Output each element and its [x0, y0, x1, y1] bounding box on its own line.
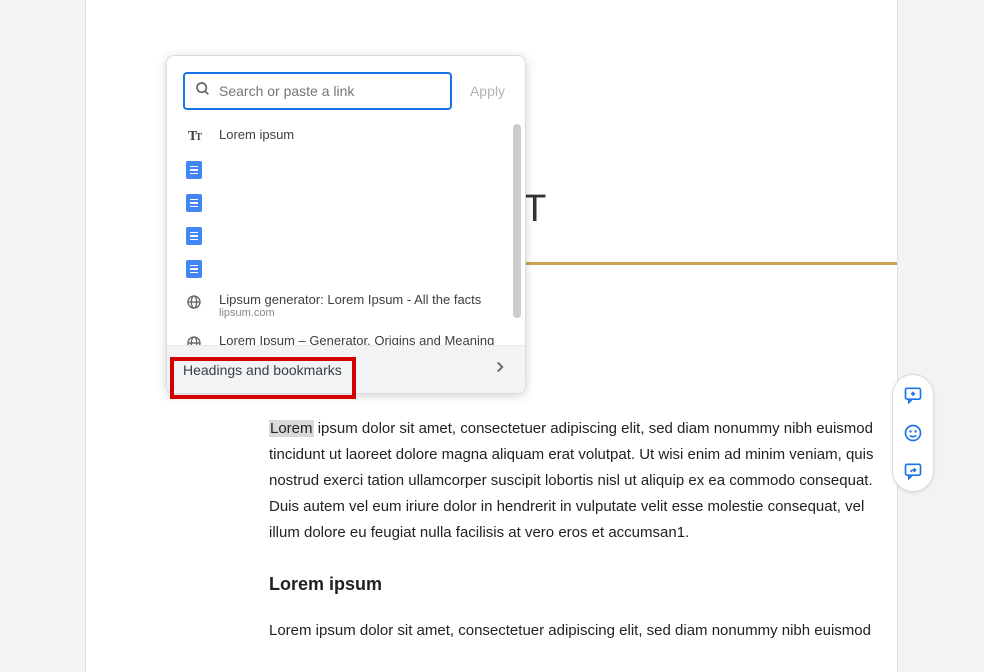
- apply-button[interactable]: Apply: [466, 79, 509, 103]
- link-results-scroll: TT Lorem ipsum: [167, 120, 525, 345]
- globe-icon: [185, 334, 203, 345]
- results-scrollbar[interactable]: [513, 124, 521, 318]
- result-doc[interactable]: [171, 186, 521, 219]
- popup-header: Apply: [167, 56, 525, 120]
- doc-icon: [185, 194, 203, 212]
- search-icon: [195, 81, 211, 102]
- selected-text[interactable]: Lorem: [269, 420, 314, 437]
- result-doc[interactable]: [171, 252, 521, 285]
- result-title: Lipsum generator: Lorem Ipsum - All the …: [219, 292, 507, 307]
- result-doc[interactable]: [171, 219, 521, 252]
- globe-icon: [185, 293, 203, 311]
- result-text-suggestion[interactable]: TT Lorem ipsum: [171, 120, 521, 153]
- subheading[interactable]: Lorem ipsum: [269, 574, 382, 595]
- emoji-reaction-button[interactable]: [901, 421, 925, 445]
- result-subtitle: lipsum.com: [219, 307, 507, 319]
- insert-link-popup: Apply TT Lorem ipsum: [166, 55, 526, 394]
- doc-icon: [185, 161, 203, 179]
- doc-icon: [185, 260, 203, 278]
- headings-bookmarks-row[interactable]: Headings and bookmarks: [167, 345, 525, 393]
- add-comment-button[interactable]: [901, 383, 925, 407]
- result-title: Lorem ipsum: [219, 127, 507, 142]
- result-web[interactable]: Lipsum generator: Lorem Ipsum - All the …: [171, 285, 521, 326]
- body-paragraph-1[interactable]: Lorem ipsum dolor sit amet, consectetuer…: [269, 416, 896, 546]
- text-style-icon: TT: [185, 128, 203, 146]
- suggest-edits-button[interactable]: [901, 459, 925, 483]
- result-doc[interactable]: [171, 153, 521, 186]
- result-web[interactable]: Lorem Ipsum – Generator, Origins and Mea…: [171, 326, 521, 345]
- side-toolbar: [892, 374, 934, 492]
- doc-icon: [185, 227, 203, 245]
- body-paragraph-2[interactable]: Lorem ipsum dolor sit amet, consectetuer…: [269, 618, 896, 644]
- link-search-box[interactable]: [183, 72, 452, 110]
- result-title: Lorem Ipsum – Generator, Origins and Mea…: [219, 333, 507, 345]
- body-paragraph-1-rest: ipsum dolor sit amet, consectetuer adipi…: [269, 420, 873, 541]
- link-search-input[interactable]: [219, 83, 440, 99]
- chevron-right-icon: [491, 358, 509, 381]
- link-results: TT Lorem ipsum: [167, 120, 525, 345]
- headings-bookmarks-label: Headings and bookmarks: [183, 362, 342, 378]
